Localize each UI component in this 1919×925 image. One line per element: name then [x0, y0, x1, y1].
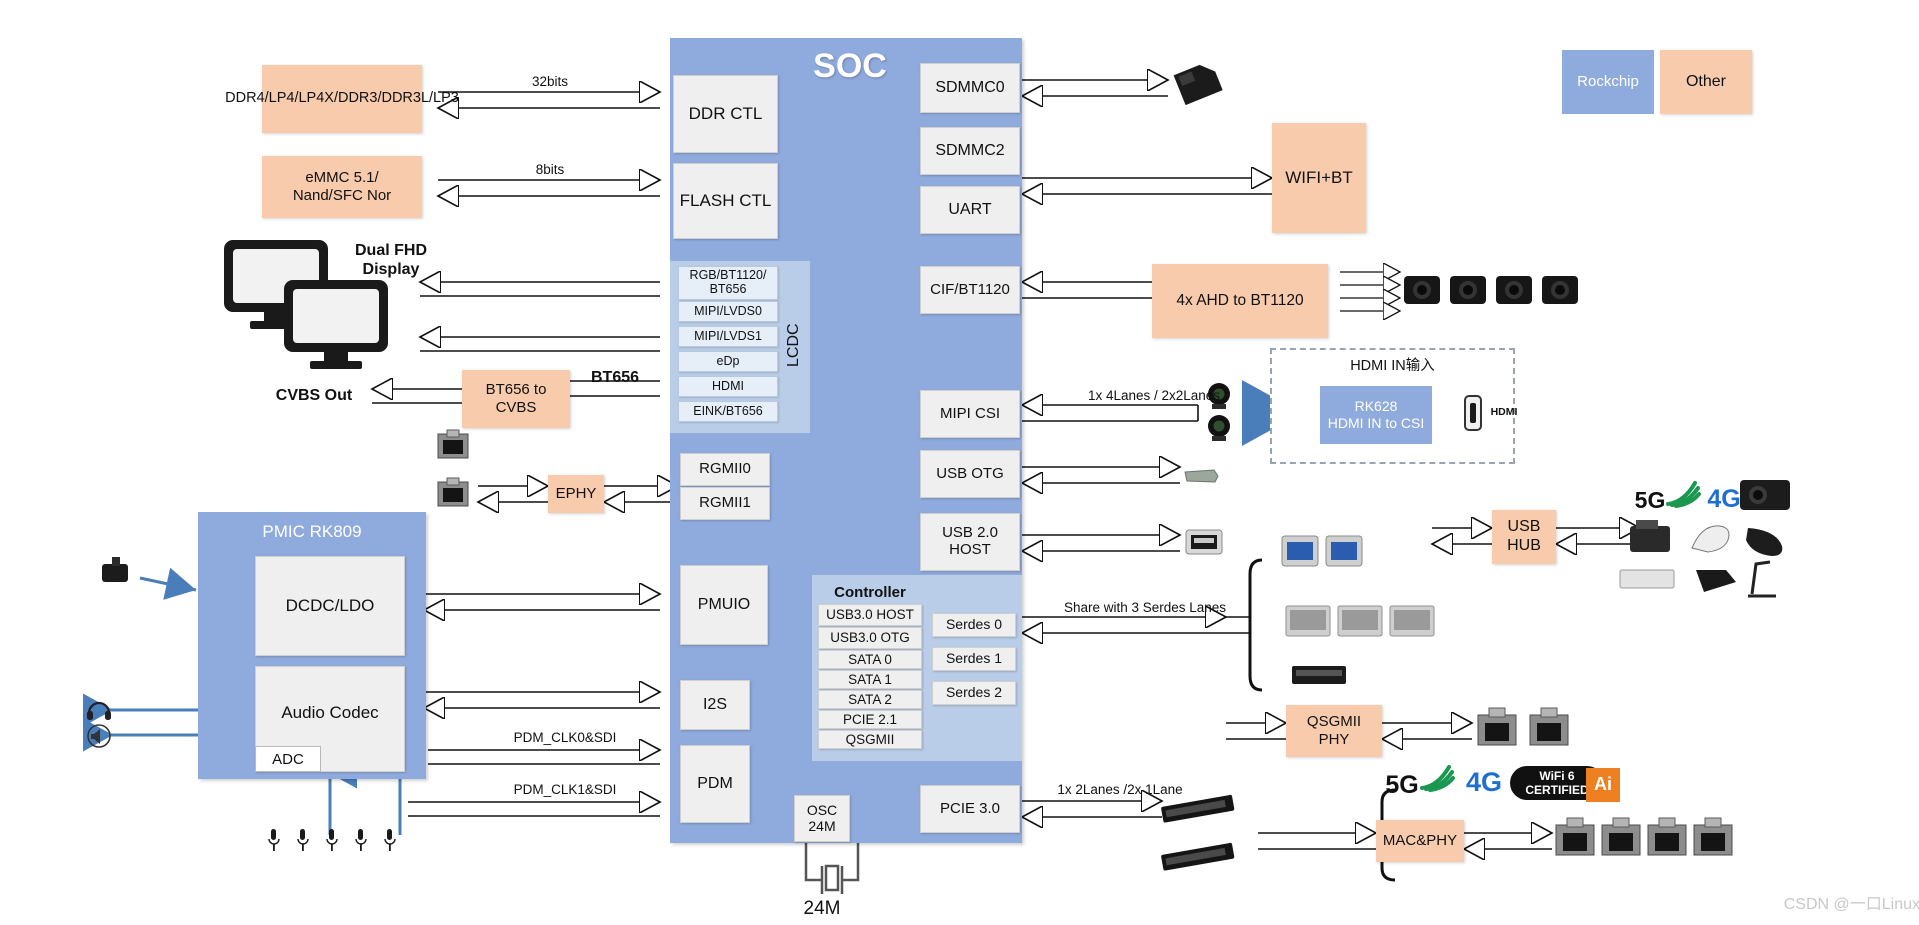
- pcie-connector-icons: [1161, 794, 1235, 871]
- speaker-icon: [87, 724, 111, 748]
- osc-crystal-label: 24M: [803, 897, 841, 919]
- soc-block-serdes1[interactable]: Serdes 1: [932, 647, 1016, 671]
- mac-phy-block[interactable]: MAC&PHY: [1376, 820, 1464, 862]
- pdm-clk1-label: PDM_CLK1&SDI: [513, 782, 617, 798]
- soc-title: SOC: [813, 46, 887, 85]
- lcdc-iface-edp[interactable]: eDp: [678, 351, 778, 372]
- pmic-title: PMIC RK809: [262, 521, 362, 541]
- bus-label-emmc: 8bits: [535, 162, 565, 178]
- hdmi-port-label: HDMI: [1490, 405, 1518, 418]
- soc-block-ddr-ctl[interactable]: DDR CTL: [673, 75, 778, 153]
- controller-title: Controller: [834, 584, 906, 602]
- soc-block-i2s[interactable]: I2S: [680, 680, 750, 730]
- lcdc-label: LCDC: [785, 323, 802, 367]
- soc-block-cif-bt1120[interactable]: CIF/BT1120: [920, 266, 1020, 314]
- soc-block-usb20-host[interactable]: USB 2.0 HOST: [920, 513, 1020, 571]
- sata-connector-icon: [1292, 666, 1346, 684]
- controller-item-sata1[interactable]: SATA 1: [818, 670, 922, 689]
- sd-card-icon: [1173, 64, 1223, 106]
- soc-block-rgmii1[interactable]: RGMII1: [680, 487, 770, 520]
- soc-block-mipi-csi[interactable]: MIPI CSI: [920, 390, 1020, 438]
- memory-ddr-block[interactable]: DDR4/LP4/LP4X/DDR3/DDR3L/LP3: [225, 65, 459, 133]
- lcdc-iface-eink-bt656[interactable]: EINK/BT656: [678, 401, 778, 422]
- headphone-icon: [87, 701, 111, 720]
- mic-icon-row: [268, 829, 396, 851]
- qsgmii-phy-block[interactable]: QSGMII PHY: [1286, 705, 1382, 757]
- soc-block-uart[interactable]: UART: [920, 186, 1020, 234]
- signal-waves-icon-bottom: [1420, 765, 1455, 792]
- soc-block-usb-otg[interactable]: USB OTG: [920, 450, 1020, 498]
- usb-a-port-icon: [1185, 529, 1223, 555]
- controller-item-usb30-otg[interactable]: USB3.0 OTG: [818, 627, 922, 649]
- ahd-camera-icons: [1404, 276, 1578, 304]
- badge-4g-bottom: 4G: [1465, 767, 1503, 798]
- pmic-block-adc[interactable]: ADC: [255, 746, 321, 772]
- lcdc-iface-mipi-lvds0[interactable]: MIPI/LVDS0: [678, 301, 778, 322]
- lcdc-iface-rgb-bt1120-bt656[interactable]: RGB/BT1120/ BT656: [678, 266, 778, 300]
- controller-item-usb30-host[interactable]: USB3.0 HOST: [818, 604, 922, 626]
- rj45-icon-left-1: [437, 429, 469, 459]
- pmic-block-dcdc-ldo[interactable]: DCDC/LDO: [255, 556, 405, 656]
- power-jack-icon: [102, 557, 128, 582]
- ephy-block[interactable]: EPHY: [548, 475, 604, 513]
- rj45-icon-left-2: [437, 477, 469, 507]
- usb-hub-block[interactable]: USB HUB: [1492, 510, 1556, 564]
- rj45-icons-qsgmii: [1477, 707, 1569, 746]
- legend-item-other: Other: [1660, 50, 1752, 114]
- hdmi-in-group-label: HDMI IN输入: [1350, 358, 1435, 375]
- cvbs-out-label: CVBS Out: [275, 386, 353, 404]
- controller-item-qsgmii[interactable]: QSGMII: [818, 730, 922, 749]
- controller-item-pcie21[interactable]: PCIE 2.1: [818, 710, 922, 729]
- controller-item-sata2[interactable]: SATA 2: [818, 690, 922, 709]
- soc-block-osc[interactable]: OSC 24M: [794, 795, 850, 842]
- watermark: CSDN @一口Linux: [1783, 896, 1919, 913]
- bt656-to-cvbs-block[interactable]: BT656 to CVBS: [462, 370, 570, 428]
- bus-label-pcie3: 1x 2Lanes /2x 1Lane: [1057, 782, 1183, 798]
- bus-label-serdes-share: Share with 3 Serdes Lanes: [1063, 600, 1227, 616]
- bus-label-ddr: 32bits: [531, 74, 569, 90]
- controller-item-sata0[interactable]: SATA 0: [818, 650, 922, 669]
- wifi-bt-block[interactable]: WIFI+BT: [1272, 123, 1366, 233]
- soc-block-pmuio[interactable]: PMUIO: [680, 565, 768, 645]
- pdm-clk0-label: PDM_CLK0&SDI: [513, 730, 617, 746]
- dual-fhd-display-label: Dual FHD Display: [355, 242, 427, 278]
- rj45-icons-macphy: [1555, 817, 1733, 856]
- bus-label-mipi-csi: 1x 4Lanes / 2x2Lanes: [1087, 388, 1221, 404]
- soc-block-pdm[interactable]: PDM: [680, 745, 750, 823]
- lcdc-iface-mipi-lvds1[interactable]: MIPI/LVDS1: [678, 326, 778, 347]
- bt656-label: BT656: [590, 368, 640, 386]
- soc-block-sdmmc2[interactable]: SDMMC2: [920, 127, 1020, 175]
- memory-emmc-block[interactable]: eMMC 5.1/ Nand/SFC Nor: [262, 156, 422, 218]
- hdd-icons: [1285, 605, 1435, 637]
- badge-ai: Ai: [1586, 768, 1620, 802]
- soc-block-flash-ctl[interactable]: FLASH CTL: [673, 163, 778, 239]
- legend-item-rockchip: Rockchip: [1562, 50, 1654, 114]
- soc-block-sdmmc0[interactable]: SDMMC0: [920, 63, 1020, 113]
- usb3-port-icons: [1281, 535, 1363, 567]
- hdmi-port-icon: [1464, 395, 1482, 431]
- lcdc-iface-hdmi[interactable]: HDMI: [678, 376, 778, 397]
- rk628-block[interactable]: RK628 HDMI IN to CSI: [1320, 386, 1432, 444]
- soc-block-rgmii0[interactable]: RGMII0: [680, 453, 770, 486]
- usb-device-icons: [1619, 480, 1790, 598]
- micro-usb-icon: [1184, 469, 1219, 483]
- soc-block-pcie30[interactable]: PCIE 3.0: [920, 785, 1020, 833]
- soc-block-serdes2[interactable]: Serdes 2: [932, 681, 1016, 705]
- soc-block-serdes0[interactable]: Serdes 0: [932, 613, 1016, 637]
- ahd-to-bt1120-block[interactable]: 4x AHD to BT1120: [1152, 264, 1328, 338]
